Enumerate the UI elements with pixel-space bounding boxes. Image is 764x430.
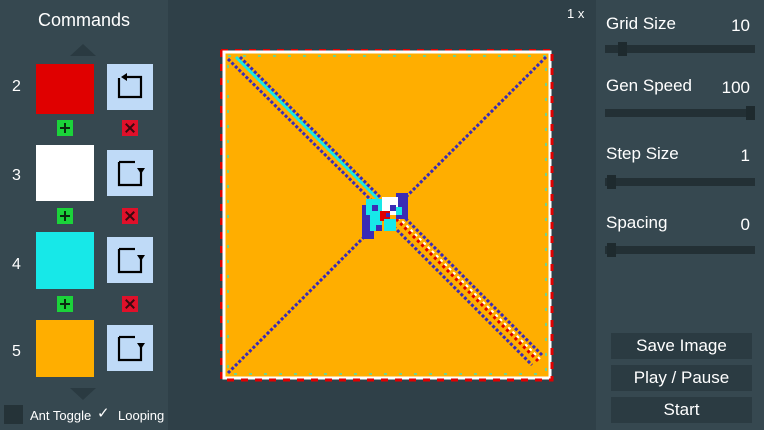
add-command-button[interactable]: [57, 120, 73, 136]
gen-speed-value: 100: [721, 78, 750, 97]
turn-right-button[interactable]: [107, 150, 153, 196]
add-command-button[interactable]: [57, 208, 73, 224]
grid-size-slider-handle[interactable]: [618, 42, 628, 56]
grid-size-slider[interactable]: [605, 42, 755, 56]
ant-toggle-checkbox[interactable]: [4, 405, 23, 424]
commands-panel: Commands 2 3 4 5 Ant Toggle ✓ Looping: [0, 0, 168, 430]
remove-command-button[interactable]: [122, 120, 138, 136]
looping-checkmark-icon[interactable]: ✓: [97, 404, 110, 422]
command-color-swatch[interactable]: [36, 64, 94, 114]
command-color-swatch[interactable]: [36, 320, 94, 377]
turn-left-button[interactable]: [107, 64, 153, 110]
spacing-slider[interactable]: [605, 243, 755, 257]
remove-command-button[interactable]: [122, 208, 138, 224]
command-number: 4: [12, 256, 21, 273]
ant-grid-canvas[interactable]: [220, 49, 554, 383]
play-pause-button[interactable]: Play / Pause: [611, 365, 752, 391]
slider-fill: [605, 45, 619, 53]
gen-speed-slider-handle[interactable]: [746, 106, 755, 120]
grid-size-value: 10: [731, 16, 750, 35]
spacing-slider-handle[interactable]: [607, 243, 616, 257]
step-size-slider[interactable]: [605, 175, 755, 189]
turn-right-icon: [117, 335, 145, 362]
turn-right-icon: [117, 160, 145, 187]
spacing-label: Spacing: [606, 213, 668, 232]
commands-title: Commands: [37, 10, 131, 30]
scroll-up-arrow-icon[interactable]: [70, 44, 96, 56]
gen-speed-label: Gen Speed: [606, 76, 693, 95]
settings-panel: Grid Size 10 Gen Speed 100 Step Size 1 S…: [596, 0, 764, 430]
command-color-swatch[interactable]: [36, 145, 94, 201]
turn-right-button[interactable]: [107, 237, 153, 283]
start-button[interactable]: Start: [611, 397, 752, 423]
turn-right-icon: [117, 247, 145, 274]
command-number: 2: [12, 78, 21, 95]
gen-speed-slider[interactable]: [605, 106, 755, 120]
turn-left-icon: [117, 73, 143, 99]
grid-size-label: Grid Size: [606, 14, 676, 33]
zoom-level: 1 x: [567, 6, 585, 21]
scroll-down-arrow-icon[interactable]: [70, 388, 96, 400]
command-color-swatch[interactable]: [36, 232, 94, 289]
command-number: 5: [12, 343, 21, 360]
save-image-button[interactable]: Save Image: [611, 333, 752, 359]
step-size-slider-handle[interactable]: [607, 175, 616, 189]
add-command-button[interactable]: [57, 296, 73, 312]
command-number: 3: [12, 167, 21, 184]
looping-label: Looping: [118, 408, 165, 423]
step-size-label: Step Size: [606, 144, 679, 163]
step-size-value: 1: [740, 146, 750, 165]
slider-fill: [605, 109, 746, 117]
remove-command-button[interactable]: [122, 296, 138, 312]
ant-toggle-label: Ant Toggle: [30, 408, 92, 423]
turn-right-button[interactable]: [107, 325, 153, 371]
spacing-value: 0: [740, 215, 750, 234]
